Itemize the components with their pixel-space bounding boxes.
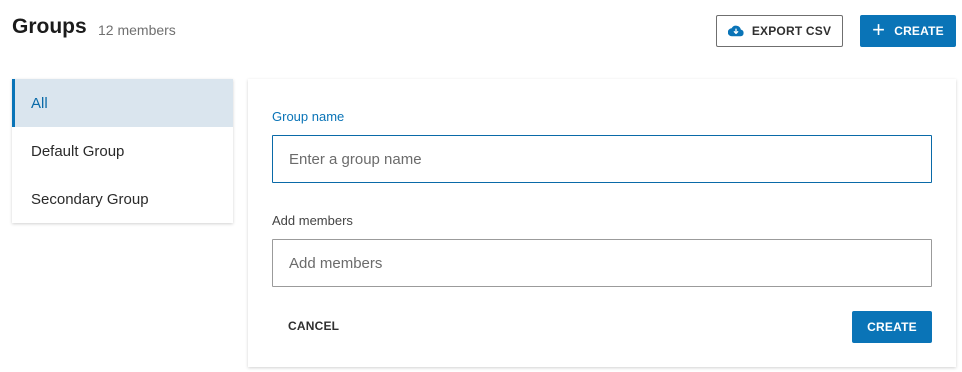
create-button-label: CREATE	[867, 320, 917, 334]
page-title: Groups	[12, 15, 87, 38]
sidebar-item-default-group[interactable]: Default Group	[12, 127, 233, 175]
sidebar-item-label: Secondary Group	[31, 190, 149, 208]
groups-page: Groups 12 members EXPORT CSV + CREATE Al…	[0, 0, 962, 372]
sidebar-item-secondary-group[interactable]: Secondary Group	[12, 175, 233, 223]
add-members-label: Add members	[272, 213, 353, 228]
create-group-form: Group name Add members CANCEL CREATE	[248, 79, 956, 367]
cancel-button[interactable]: CANCEL	[288, 319, 339, 333]
cloud-download-icon	[727, 25, 744, 37]
group-name-input[interactable]	[272, 135, 932, 183]
sidebar-item-label: All	[31, 94, 48, 112]
plus-icon: +	[872, 17, 886, 42]
member-count: 12 members	[98, 22, 176, 38]
create-group-label: CREATE	[894, 24, 944, 38]
create-group-button[interactable]: + CREATE	[860, 15, 956, 47]
sidebar-item-all[interactable]: All	[12, 79, 233, 127]
export-csv-label: EXPORT CSV	[751, 24, 832, 38]
sidebar-item-label: Default Group	[31, 142, 125, 160]
group-sidebar: All Default Group Secondary Group	[12, 79, 233, 223]
export-csv-button[interactable]: EXPORT CSV	[716, 15, 843, 47]
create-button[interactable]: CREATE	[852, 311, 932, 343]
group-name-label: Group name	[272, 109, 345, 124]
add-members-input[interactable]	[272, 239, 932, 287]
